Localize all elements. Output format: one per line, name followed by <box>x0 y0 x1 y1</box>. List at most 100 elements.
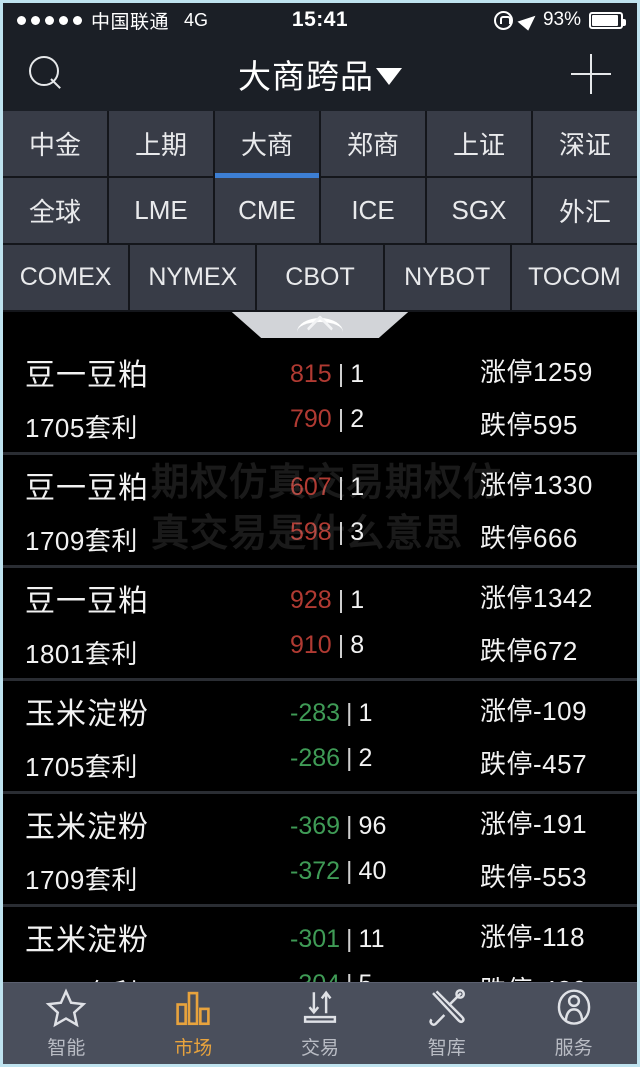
tab-zhongjin[interactable]: 中金 <box>3 111 109 178</box>
tab-shenzheng[interactable]: 深证 <box>533 111 637 178</box>
lower-limit-label: 跌停 <box>480 636 534 666</box>
quote-price-col: 607 | 1 598 | 3 <box>290 473 480 547</box>
upper-limit-label: 涨停 <box>480 922 534 952</box>
tab-sgx[interactable]: SGX <box>427 178 533 245</box>
tools-icon <box>424 987 470 1029</box>
upper-limit-label: 涨停 <box>480 470 534 500</box>
nav-item-zhineng[interactable]: 智能 <box>3 983 130 1064</box>
separator: | <box>337 473 345 501</box>
quote-name: 玉米淀粉 <box>25 697 149 731</box>
separator: | <box>346 812 353 840</box>
tab-cbot[interactable]: CBOT <box>257 245 385 312</box>
quote-contract: 1709套利 <box>25 525 138 556</box>
lower-limit: 跌停666 <box>480 518 578 555</box>
bid-qty: 96 <box>358 812 387 840</box>
bid-qty: 1 <box>358 699 373 727</box>
quote-name-col: 玉米淀粉 1709套利 <box>25 802 290 897</box>
tab-comex[interactable]: COMEX <box>3 245 131 312</box>
upper-limit-value: 1259 <box>533 357 593 387</box>
tab-label: 上证 <box>452 130 505 160</box>
quote-price-col: -369 | 96 -372 | 40 <box>290 812 480 886</box>
transfer-arrows-icon <box>297 987 343 1029</box>
upper-limit-label: 涨停 <box>480 583 534 613</box>
upper-limit: 涨停-118 <box>480 917 585 954</box>
quote-contract: 1709套利 <box>25 864 138 895</box>
search-icon[interactable] <box>29 56 65 92</box>
tab-dashang[interactable]: 大商 <box>215 111 321 178</box>
tab-label: 全球 <box>28 197 81 227</box>
ask-qty: 2 <box>350 405 365 433</box>
separator: | <box>337 360 345 388</box>
table-row[interactable]: 玉米淀粉 1709套利 -369 | 96 -372 | 40 涨停-191 跌… <box>3 794 637 907</box>
star-icon <box>43 987 89 1029</box>
table-row[interactable]: 玉米淀粉 1705套利 -283 | 1 -286 | 2 涨停-109 跌停-… <box>3 681 637 794</box>
collapse-handle[interactable] <box>231 312 409 338</box>
network-type: 4G <box>184 9 209 30</box>
nav-item-zhiku[interactable]: 智库 <box>383 983 510 1064</box>
ask-row: 910 | 8 <box>290 631 364 660</box>
tab-nybot[interactable]: NYBOT <box>384 245 512 312</box>
tab-label: SGX <box>451 195 507 225</box>
ask-qty: 2 <box>358 744 373 772</box>
tab-lme[interactable]: LME <box>109 178 215 245</box>
bid-qty: 1 <box>350 360 365 388</box>
quote-name: 豆一豆粕 <box>25 471 149 505</box>
bar-chart-icon <box>170 987 216 1029</box>
tab-label: LME <box>134 195 188 225</box>
quote-name: 豆一豆粕 <box>25 584 149 618</box>
tab-tocom[interactable]: TOCOM <box>511 245 637 312</box>
upper-limit: 涨停-191 <box>480 804 587 841</box>
tab-shangqi[interactable]: 上期 <box>109 111 215 178</box>
table-row[interactable]: 豆一豆粕 1801套利 928 | 1 910 | 8 涨停1342 跌停672 <box>3 568 637 681</box>
tab-quanqiu[interactable]: 全球 <box>3 178 109 245</box>
bid-qty: 1 <box>350 473 365 501</box>
tab-label: 中金 <box>28 130 81 160</box>
exchange-tab-row-3: COMEX NYMEX CBOT NYBOT TOCOM <box>3 245 637 312</box>
bid-row: -301 | 11 <box>290 925 385 954</box>
tab-label: CME <box>238 195 296 225</box>
lower-limit: 跌停672 <box>480 631 578 668</box>
tab-waihui[interactable]: 外汇 <box>533 178 637 245</box>
ask-row: 598 | 3 <box>290 518 364 547</box>
separator: | <box>337 631 345 659</box>
lower-limit-value: 595 <box>533 410 578 440</box>
tab-cme[interactable]: CME <box>215 178 321 245</box>
ask-row: -286 | 2 <box>290 744 372 773</box>
quote-limit-col: 涨停-109 跌停-457 <box>480 691 615 781</box>
page-title-group[interactable]: 大商跨品 <box>3 50 637 98</box>
tab-nymex[interactable]: NYMEX <box>130 245 258 312</box>
app-root: 中国联通 4G 15:41 93% 大商跨品 中金 上期 大商 郑商 上证 深证 <box>0 0 640 1067</box>
tab-ice[interactable]: ICE <box>321 178 427 245</box>
signal-dots-icon <box>17 15 82 25</box>
app-header: 大商跨品 <box>3 37 637 111</box>
exchange-tab-row-2: 全球 LME CME ICE SGX 外汇 <box>3 178 637 245</box>
bid-qty: 1 <box>350 586 365 614</box>
tab-label: 上期 <box>134 130 187 160</box>
bid-row: -283 | 1 <box>290 699 372 728</box>
ask-price: -372 <box>290 857 341 885</box>
nav-item-fuwu[interactable]: 服务 <box>510 983 637 1064</box>
table-row[interactable]: 豆一豆粕 1709套利 607 | 1 598 | 3 涨停1330 跌停666 <box>3 455 637 568</box>
table-row[interactable]: 豆一豆粕 1705套利 815 | 1 790 | 2 涨停1259 跌停595 <box>3 342 637 455</box>
tab-label: 大商 <box>240 130 293 160</box>
bid-price: 815 <box>290 360 332 388</box>
bid-row: 815 | 1 <box>290 360 364 389</box>
quote-limit-col: 涨停1330 跌停666 <box>480 465 615 555</box>
tab-shangzheng[interactable]: 上证 <box>427 111 533 178</box>
tab-label: 郑商 <box>346 130 399 160</box>
lower-limit-label: 跌停 <box>480 862 534 892</box>
tab-zhengshang[interactable]: 郑商 <box>321 111 427 178</box>
separator: | <box>337 586 345 614</box>
upper-limit-value: 1342 <box>533 583 593 613</box>
bid-price: 607 <box>290 473 332 501</box>
nav-item-jiaoyi[interactable]: 交易 <box>257 983 384 1064</box>
nav-item-shichang[interactable]: 市场 <box>130 983 257 1064</box>
quote-limit-col: 涨停1342 跌停672 <box>480 578 615 668</box>
user-icon <box>551 987 597 1029</box>
plus-icon[interactable] <box>571 54 611 94</box>
bid-row: 928 | 1 <box>290 586 364 615</box>
ask-qty: 3 <box>350 518 365 546</box>
tab-label: ICE <box>351 195 395 225</box>
ask-price: 790 <box>290 405 332 433</box>
lower-limit-value: 672 <box>533 636 578 666</box>
